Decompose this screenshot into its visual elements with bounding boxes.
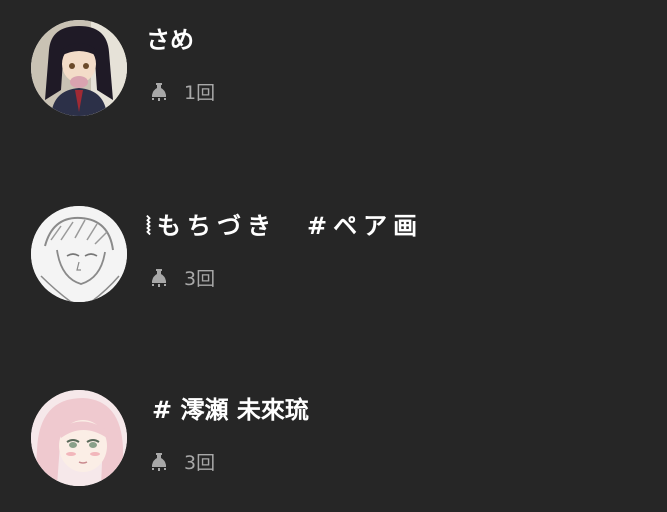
play-count-label: 3回 [184,451,216,474]
anime-girl-avatar-image [31,20,127,116]
user-name: さめ [146,26,194,54]
play-count: 3回 [148,264,215,290]
play-count: 1回 [148,78,215,104]
user-name: # 澪瀬 未來琉 [152,396,309,424]
play-count-label: 1回 [184,81,216,104]
user-list: さめ 1回 ⦚もちづき #ペア画 3回 # 澪瀬 未來琉 3回 [0,0,667,512]
avatar[interactable] [31,20,127,116]
bell-icon [148,266,170,288]
list-item[interactable]: # 澪瀬 未來琉 3回 [0,380,667,490]
avatar[interactable] [31,390,127,486]
user-name: ⦚もちづき #ペア画 [146,212,424,240]
play-count-label: 3回 [184,267,216,290]
avatar[interactable] [31,206,127,302]
bell-icon [148,80,170,102]
play-count: 3回 [148,448,215,474]
sketch-boy-avatar-image [31,206,127,302]
bell-icon [148,450,170,472]
list-item[interactable]: さめ 1回 [0,10,667,120]
list-item[interactable]: ⦚もちづき #ペア画 3回 [0,196,667,306]
pink-hair-girl-avatar-image [31,390,127,486]
